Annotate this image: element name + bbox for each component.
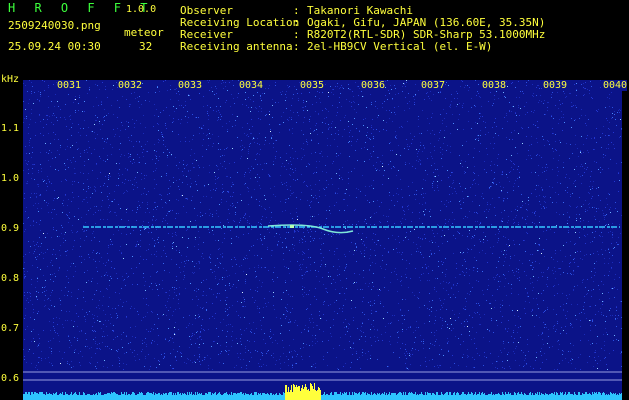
x-tick-label: 0032 [118,80,143,91]
y-tick-label: 0.7 [1,323,20,334]
meteor-count: 32 [139,40,153,53]
antenna-value: 2el-HB9CV Vertical (el. E-W) [307,40,493,53]
right-margin [622,80,629,400]
x-tick-label: 0038 [482,80,507,91]
signal-layer [83,224,620,234]
spectrogram [23,80,622,400]
spectrogram-canvas [23,80,622,400]
x-tick-label: 0036 [361,80,386,91]
meteor-echo [267,224,354,234]
x-tick-label: 0039 [543,80,568,91]
header-panel: H R O F F T 1.0.0 2509240030.png 25.09.2… [0,0,629,80]
baseline-layer [23,371,622,400]
datetime-label: 25.09.24 00:30 [8,40,101,53]
y-axis-unit: kHz [1,74,20,85]
y-tick-label: 1.0 [1,173,20,184]
app-version: 1.0.0 [126,4,157,15]
y-tick-label: 1.1 [1,123,20,134]
x-tick-label: 0034 [239,80,264,91]
antenna-label: Receiving antenna [180,40,293,53]
meteor-label: meteor [124,26,164,39]
filename-label: 2509240030.png [8,19,101,32]
antenna-colon: : [293,40,300,53]
noise-layer [23,80,622,370]
y-tick-label: 0.9 [1,223,20,234]
x-tick-label: 0033 [178,80,203,91]
x-tick-label: 0037 [421,80,446,91]
y-tick-label: 0.8 [1,273,20,284]
meteor-echo-peak [290,225,294,228]
x-tick-label: 0031 [57,80,82,91]
x-tick-label: 0040 [603,80,628,91]
y-tick-label: 0.6 [1,373,20,384]
x-tick-label: 0035 [300,80,325,91]
